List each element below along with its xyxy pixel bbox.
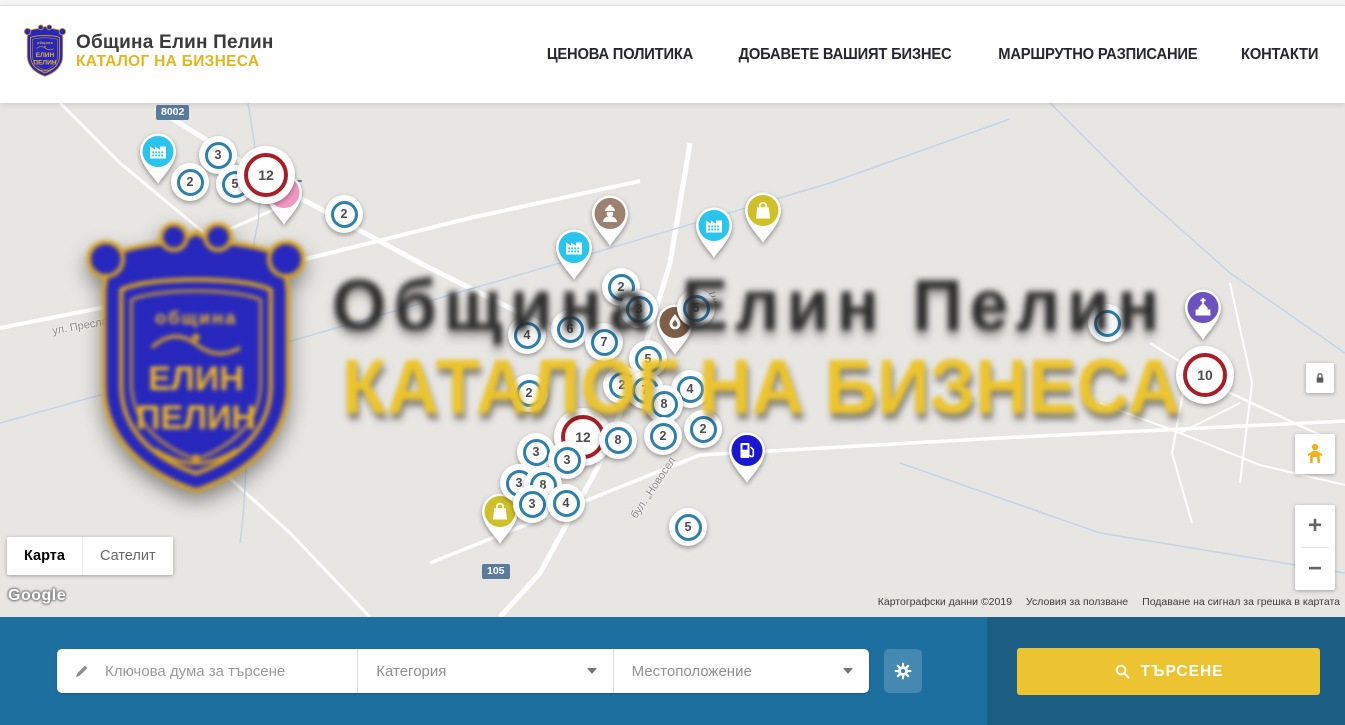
satellite-view-button[interactable]: Сателит	[82, 537, 173, 575]
map-cluster[interactable]: 10	[1176, 346, 1234, 404]
road-badge: 105	[482, 564, 510, 579]
map-canvas[interactable]: Община Елин Пелин КАТАЛОГ НА БИЗНЕСА Кар…	[0, 103, 1345, 617]
chevron-down-icon	[587, 668, 597, 674]
map-cluster[interactable]: 7	[585, 323, 623, 361]
map-cluster[interactable]: 2	[171, 163, 209, 201]
search-input-group: Категория Местоположение	[57, 649, 869, 693]
advanced-settings-button[interactable]	[884, 649, 922, 693]
search-button-label: ТЪРСЕНЕ	[1141, 663, 1224, 681]
map-cluster[interactable]: 6	[551, 310, 589, 348]
lock-icon	[1312, 370, 1328, 386]
google-logo[interactable]: Google	[8, 587, 66, 605]
nav-item-contacts[interactable]: КОНТАКТИ	[1241, 46, 1318, 64]
road-badge: 8002	[156, 105, 189, 120]
street-view-pegman-button[interactable]	[1295, 434, 1335, 474]
map-cluster[interactable]: 2	[644, 417, 682, 455]
map-cluster[interactable]: 2	[325, 195, 363, 233]
lock-button[interactable]	[1306, 363, 1334, 393]
map-view-button[interactable]: Карта	[7, 537, 82, 575]
terms-link[interactable]: Условия за ползване	[1026, 596, 1128, 608]
zoom-control: + −	[1295, 505, 1335, 590]
location-select-value: Местоположение	[632, 663, 843, 680]
map-cluster[interactable]: 4	[508, 316, 546, 354]
bag-pin[interactable]	[740, 188, 786, 246]
map-cluster[interactable]: 3	[513, 485, 551, 523]
map-cluster[interactable]: 3	[620, 290, 658, 328]
keyword-section	[57, 649, 357, 693]
location-select[interactable]: Местоположение	[613, 649, 869, 693]
map-cluster[interactable]: 2	[684, 410, 722, 448]
gear-icon	[893, 661, 913, 681]
search-bar: Категория Местоположение	[0, 617, 1345, 725]
municipality-shield-icon	[22, 23, 68, 79]
search-button[interactable]: ТЪРСЕНЕ	[1017, 648, 1320, 695]
zoom-out-button[interactable]: −	[1295, 548, 1335, 590]
map-cluster[interactable]: 5	[669, 508, 707, 546]
church-pin[interactable]	[1180, 285, 1226, 343]
main-nav: ЦЕНОВА ПОЛИТИКА ДОБАВЕТЕ ВАШИЯТ БИЗНЕС М…	[543, 6, 1320, 103]
map-cluster[interactable]: 4	[547, 484, 585, 522]
map-cluster[interactable]	[1088, 304, 1126, 342]
keyword-input[interactable]	[103, 662, 337, 681]
map-cluster[interactable]: 12	[237, 146, 295, 204]
report-error-link[interactable]: Подаване на сигнал за грешка в картата	[1142, 596, 1340, 608]
pegman-icon	[1303, 442, 1327, 466]
nav-item-add-business[interactable]: ДОБАВЕТЕ ВАШИЯТ БИЗНЕС	[739, 46, 952, 64]
attribution-copyright: Картографски данни ©2019	[878, 596, 1012, 608]
map-attribution: Картографски данни ©2019 Условия за полз…	[878, 596, 1340, 608]
search-icon	[1114, 663, 1131, 680]
map-cluster[interactable]: 8	[599, 421, 637, 459]
factory-pin[interactable]	[691, 203, 737, 261]
pencil-icon	[73, 662, 91, 680]
nav-item-pricing[interactable]: ЦЕНОВА ПОЛИТИКА	[547, 46, 693, 64]
map-cluster[interactable]: 5	[677, 289, 715, 327]
map-cluster[interactable]: 2	[510, 374, 548, 412]
logo-link[interactable]: Община Елин Пелин КАТАЛОГ НА БИЗНЕСА	[22, 23, 274, 79]
map-type-control: Карта Сателит	[7, 537, 173, 575]
header: Община Елин Пелин КАТАЛОГ НА БИЗНЕСА ЦЕН…	[0, 6, 1345, 103]
page-title: Община Елин Пелин	[76, 32, 274, 53]
category-select-value: Категория	[376, 663, 586, 680]
factory-pin[interactable]	[551, 225, 597, 283]
nav-item-timetable[interactable]: МАРШРУТНО РАЗПИСАНИЕ	[998, 46, 1197, 64]
chevron-down-icon	[843, 668, 853, 674]
zoom-in-button[interactable]: +	[1295, 505, 1335, 547]
fuel-pin[interactable]	[724, 428, 770, 486]
category-select[interactable]: Категория	[357, 649, 612, 693]
page-subtitle: КАТАЛОГ НА БИЗНЕСА	[76, 53, 274, 70]
